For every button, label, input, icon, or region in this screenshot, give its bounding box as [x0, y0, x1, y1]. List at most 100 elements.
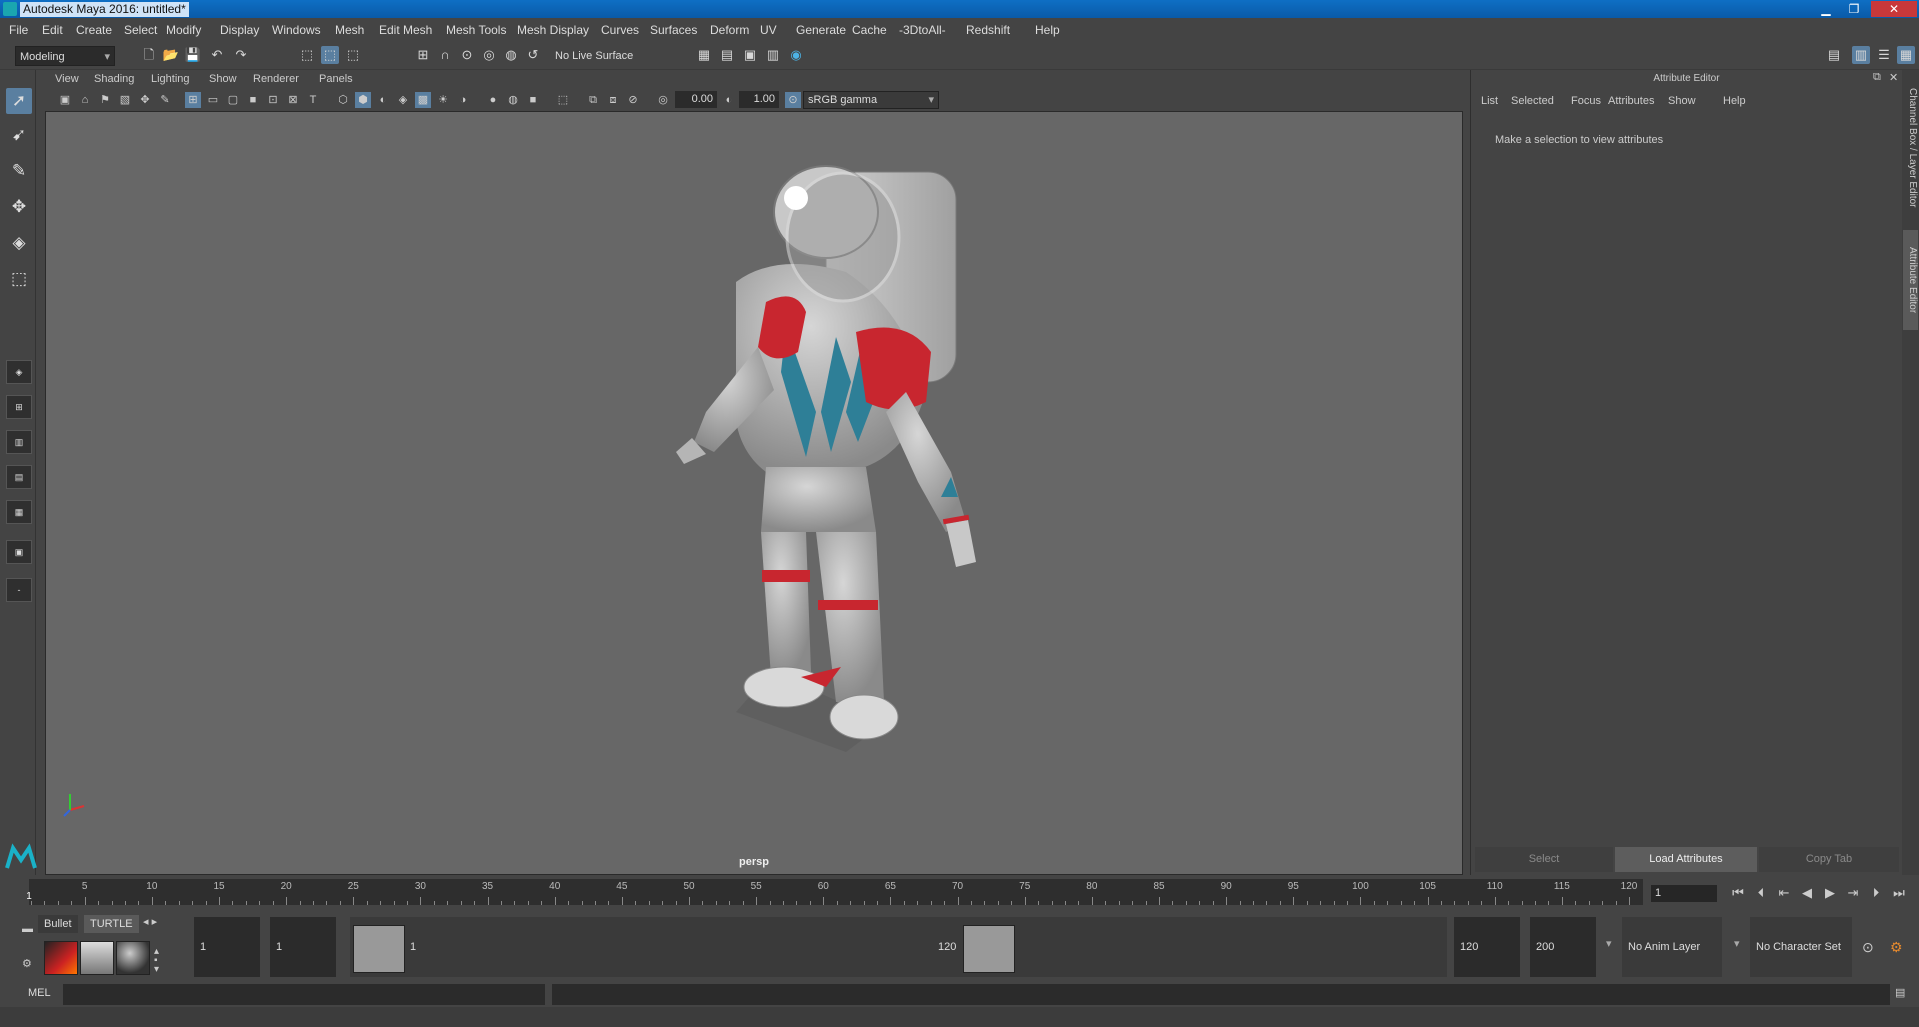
command-input[interactable]: [63, 984, 545, 1005]
attr-menu-focus[interactable]: Focus: [1571, 95, 1601, 107]
safe-action-icon[interactable]: ⊠: [285, 92, 301, 108]
current-frame-field[interactable]: 1: [1651, 885, 1717, 902]
select-button[interactable]: Select: [1475, 847, 1613, 872]
menu-surfaces[interactable]: Surfaces: [650, 23, 697, 37]
modeling-toolkit-icon[interactable]: ▤: [1825, 46, 1843, 64]
menu-edit-mesh[interactable]: Edit Mesh: [379, 23, 432, 37]
scale-tool-icon[interactable]: ⬚: [6, 266, 32, 292]
save-scene-icon[interactable]: 💾: [184, 46, 202, 64]
use-all-lights-icon[interactable]: ☀: [435, 92, 451, 108]
new-scene-icon[interactable]: 🗋: [140, 46, 158, 64]
load-attributes-button[interactable]: Load Attributes: [1615, 847, 1757, 872]
render-frame-icon[interactable]: ▣: [741, 46, 759, 64]
playback-end-field[interactable]: 120: [1454, 917, 1520, 977]
character-set-field[interactable]: No Character Set: [1750, 917, 1852, 977]
shelf-tab-turtle[interactable]: TURTLE: [84, 915, 139, 933]
undo-icon[interactable]: ↶: [208, 46, 226, 64]
shelf-tabs-arrows-icon[interactable]: ◂ ▸: [143, 915, 157, 928]
snap-live-icon[interactable]: ◍: [502, 46, 520, 64]
exposure-icon[interactable]: ◎: [655, 92, 671, 108]
four-view-layout-icon[interactable]: ⊞: [6, 395, 32, 419]
range-end-handle[interactable]: [963, 925, 1015, 973]
rotate-tool-icon[interactable]: ◈: [6, 230, 32, 256]
paint-select-tool-icon[interactable]: ✎: [6, 158, 32, 184]
snap-view-plane-icon[interactable]: ◎: [480, 46, 498, 64]
snap-grid-icon[interactable]: ⊞: [414, 46, 432, 64]
step-forward-frame-icon[interactable]: ⏵: [1866, 885, 1886, 901]
preferences-icon[interactable]: ⚙: [1890, 939, 1903, 956]
menu-help[interactable]: Help: [1035, 23, 1060, 37]
play-backwards-icon[interactable]: ◀: [1797, 885, 1817, 901]
step-back-key-icon[interactable]: ⇤: [1774, 885, 1794, 901]
wireframe-icon[interactable]: ⬡: [335, 92, 351, 108]
shadows-icon[interactable]: ◑: [455, 92, 471, 108]
attr-menu-list[interactable]: List: [1481, 95, 1498, 107]
resolution-gate-icon[interactable]: ▢: [225, 92, 241, 108]
attr-menu-help[interactable]: Help: [1723, 95, 1746, 107]
panel-menu-view[interactable]: View: [55, 73, 79, 85]
redo-icon[interactable]: ↷: [232, 46, 250, 64]
turtle-render-icon[interactable]: [80, 941, 114, 975]
tab-channel-box[interactable]: Channel Box / Layer Editor: [1903, 78, 1918, 218]
float-panel-icon[interactable]: ⧉: [1873, 71, 1881, 84]
shelf-scroll-icon[interactable]: ▴ ▪ ▾: [154, 947, 159, 975]
shelf-collapse-icon[interactable]: ▬: [22, 923, 33, 935]
snap-surface-icon[interactable]: ↺: [524, 46, 542, 64]
2d-pan-zoom-icon[interactable]: ✥: [137, 92, 153, 108]
tab-attribute-editor[interactable]: Attribute Editor: [1903, 230, 1918, 330]
animation-start-field[interactable]: 1: [194, 917, 260, 977]
animation-end-field[interactable]: 200: [1530, 917, 1596, 977]
open-scene-icon[interactable]: 📂: [162, 46, 180, 64]
screen-space-ao-icon[interactable]: ●: [485, 92, 501, 108]
maximize-button[interactable]: ❐: [1843, 1, 1865, 17]
step-back-frame-icon[interactable]: ⏴: [1751, 885, 1771, 901]
render-settings-icon[interactable]: ▦: [695, 46, 713, 64]
field-chart-icon[interactable]: ⊡: [265, 92, 281, 108]
channel-box-toggle-icon[interactable]: ▥: [1852, 46, 1870, 64]
attr-menu-attributes[interactable]: Attributes: [1608, 95, 1654, 107]
close-panel-icon[interactable]: ✕: [1889, 71, 1898, 84]
menu-curves[interactable]: Curves: [601, 23, 639, 37]
shader-ball-icon[interactable]: [116, 941, 150, 975]
menu-windows[interactable]: Windows: [272, 23, 321, 37]
range-start-handle[interactable]: [353, 925, 405, 973]
panel-menu-renderer[interactable]: Renderer: [253, 73, 299, 85]
film-gate-icon[interactable]: ▭: [205, 92, 221, 108]
grease-pencil-icon[interactable]: ✎: [157, 92, 173, 108]
auto-key-icon[interactable]: ⊙: [1862, 939, 1874, 956]
view-transform-dropdown[interactable]: sRGB gamma ▾: [803, 91, 939, 109]
move-tool-icon[interactable]: ✥: [6, 194, 32, 220]
isolate-select-icon[interactable]: ⬚: [555, 92, 571, 108]
safe-title-icon[interactable]: T: [305, 92, 321, 108]
shelf-tab-bullet[interactable]: Bullet: [38, 915, 78, 933]
smooth-shade-icon[interactable]: ⬢: [355, 92, 371, 108]
antialiasing-icon[interactable]: ■: [525, 92, 541, 108]
perspective-viewport[interactable]: persp: [45, 111, 1463, 875]
hypershade-icon[interactable]: ◉: [787, 46, 805, 64]
panel-menu-show[interactable]: Show: [209, 73, 237, 85]
panel-menu-lighting[interactable]: Lighting: [151, 73, 190, 85]
camera-lock-icon[interactable]: ⌂: [77, 92, 93, 108]
menu-3dtoall[interactable]: -3DtoAll-: [899, 23, 946, 37]
panel-menu-shading[interactable]: Shading: [94, 73, 134, 85]
image-plane-icon[interactable]: ▧: [117, 92, 133, 108]
menu-mesh-display[interactable]: Mesh Display: [517, 23, 589, 37]
single-view-layout-icon[interactable]: ◈: [6, 360, 32, 384]
go-to-end-icon[interactable]: ⏭: [1889, 885, 1909, 901]
more-layouts-icon[interactable]: -: [6, 578, 32, 602]
play-forwards-icon[interactable]: ▶: [1820, 885, 1840, 901]
menu-display[interactable]: Display: [220, 23, 259, 37]
select-by-hierarchy-icon[interactable]: ⬚: [298, 46, 316, 64]
outliner-icon[interactable]: ☰: [1875, 46, 1893, 64]
default-material-icon[interactable]: ◐: [375, 92, 391, 108]
gate-mask-icon[interactable]: ■: [245, 92, 261, 108]
attribute-editor-toggle-icon[interactable]: ▦: [1897, 46, 1915, 64]
xray-components-icon[interactable]: ⊘: [625, 92, 641, 108]
snap-point-icon[interactable]: ⊙: [458, 46, 476, 64]
shelf-settings-icon[interactable]: ⚙: [22, 957, 32, 970]
script-language-label[interactable]: MEL: [28, 987, 51, 999]
bookmark-icon[interactable]: ⚑: [97, 92, 113, 108]
select-tool-icon[interactable]: ➚: [6, 88, 32, 114]
lasso-tool-icon[interactable]: ➹: [6, 122, 32, 148]
menu-mesh[interactable]: Mesh: [335, 23, 364, 37]
